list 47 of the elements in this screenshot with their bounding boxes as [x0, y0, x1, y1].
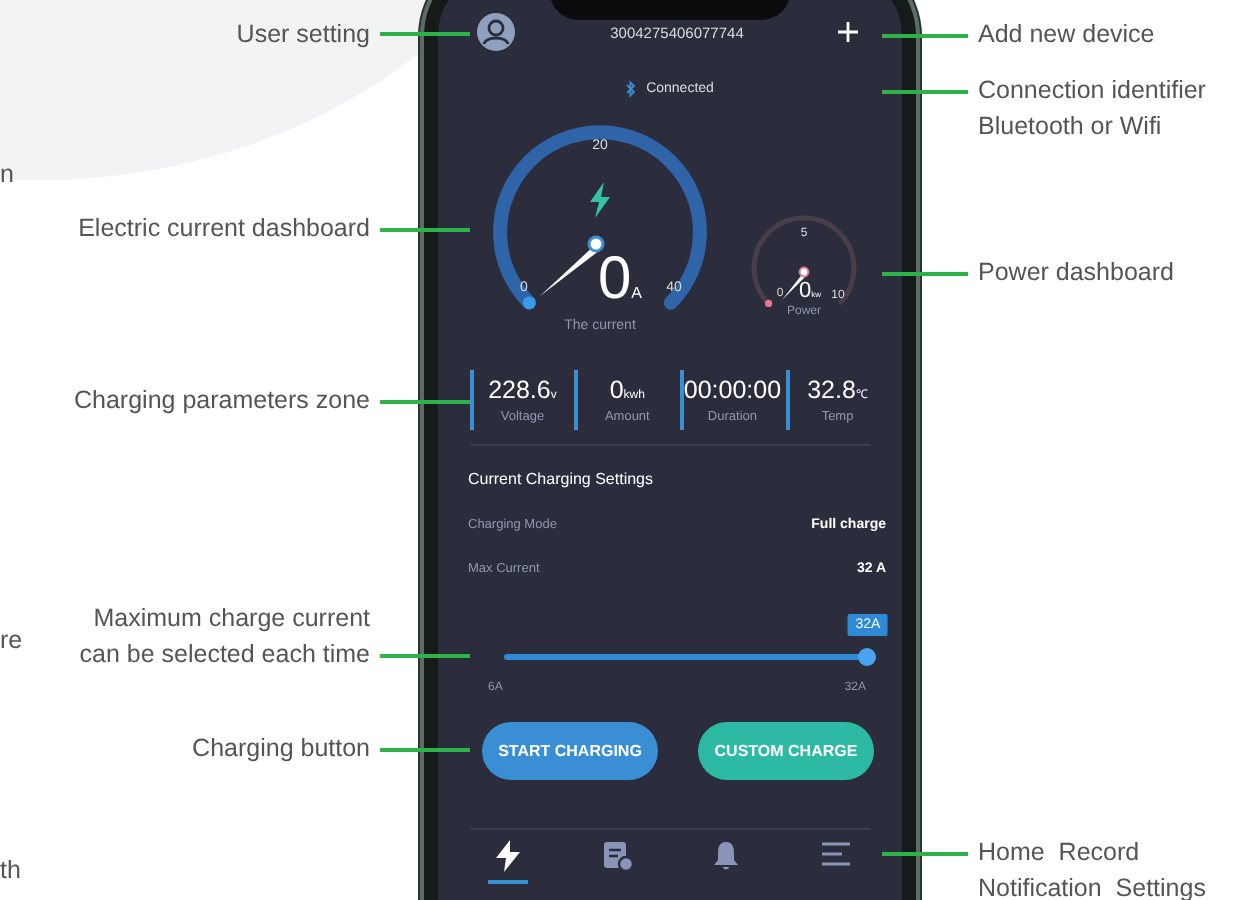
start-charging-button[interactable]: START CHARGING — [482, 722, 658, 780]
callout-label: Add new device — [978, 18, 1155, 52]
current-unit: A — [631, 286, 643, 302]
stat-value: 0 — [609, 376, 624, 404]
gauge-start-dot — [765, 299, 773, 307]
cut-off-text: th — [0, 856, 21, 884]
nav-tab[interactable] — [486, 840, 530, 888]
add-icon[interactable] — [838, 22, 858, 42]
menu-icon — [819, 840, 852, 868]
callout-label: Connection identifier — [978, 74, 1206, 108]
current-value: 0 — [597, 250, 632, 310]
callout-label: Maximum charge current — [93, 602, 370, 636]
callout-label: Electric current dashboard — [78, 212, 370, 246]
callout-label: User setting — [236, 18, 370, 52]
section-title: Current Charging Settings — [468, 470, 655, 488]
power-value: 0 — [799, 281, 812, 303]
leader-line — [380, 748, 470, 751]
leader-line — [882, 272, 968, 275]
callout-label: Bluetooth or Wifi — [978, 110, 1162, 144]
gauge-arc — [751, 215, 857, 306]
stat-value: 32.8 — [807, 376, 856, 404]
gauge-needle — [782, 266, 810, 300]
leader-line — [380, 228, 470, 231]
callout-label: Home Record — [978, 836, 1140, 870]
bluetooth-icon — [626, 79, 637, 97]
stat-value: 00:00:00 — [683, 376, 782, 404]
callout-label: Charging button — [192, 732, 370, 766]
leader-line — [882, 852, 968, 855]
callout-label: can be selected each time — [79, 638, 370, 672]
slider-thumb[interactable] — [858, 648, 876, 666]
leader-line — [882, 34, 968, 37]
leader-line — [380, 654, 470, 657]
lightning-icon — [590, 182, 610, 218]
gauge-start-dot — [522, 296, 536, 310]
bell-icon — [712, 840, 741, 872]
cut-off-text: n — [0, 160, 14, 188]
user-avatar-icon[interactable] — [476, 12, 516, 52]
cut-off-text: re — [0, 626, 23, 654]
lightning-icon — [494, 840, 522, 872]
stat-value: 228.6 — [488, 376, 551, 404]
custom-charge-button[interactable]: CUSTOM CHARGE — [698, 722, 874, 780]
callout-label: Power dashboard — [978, 256, 1174, 290]
callout-label: Charging parameters zone — [74, 384, 370, 418]
document-icon — [601, 840, 634, 872]
leader-line — [380, 32, 470, 35]
leader-line — [882, 90, 968, 93]
leader-line — [380, 400, 470, 403]
